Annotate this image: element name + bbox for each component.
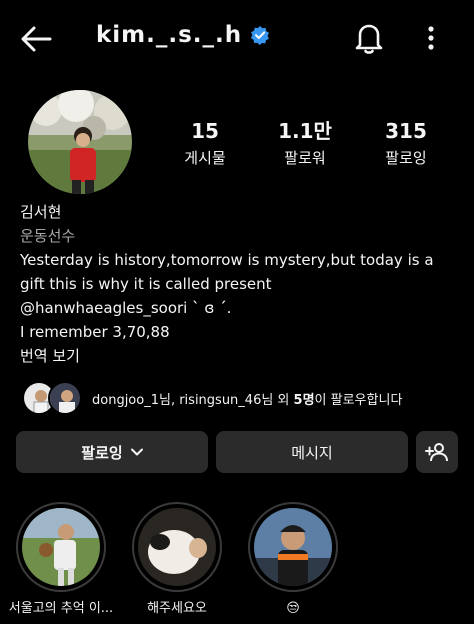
highlight-cover [138, 508, 216, 586]
highlight-label: 서울고의 추억 이... [8, 601, 114, 616]
followed-by-names: dongjoo_1님, risingsun_46님 외 [92, 392, 294, 408]
profile-bio: 김서현 운동선수 Yesterday is history,tomorrow i… [20, 200, 460, 368]
message-button-label: 메시지 [291, 443, 333, 462]
profile-name: 김서현 [20, 203, 62, 221]
followed-by-count: 5명 [293, 392, 315, 408]
followed-by-suffix: 이 팔로우합니다 [314, 392, 403, 408]
more-vertical-icon[interactable] [418, 22, 444, 54]
highlight-label: 😒 [286, 601, 300, 616]
profile-avatar[interactable] [28, 90, 132, 194]
posts-stat[interactable]: 15 게시물 [160, 118, 250, 168]
following-button[interactable]: 팔로잉 [16, 431, 208, 473]
follower-avatar [48, 381, 82, 415]
following-stat[interactable]: 315 팔로잉 [361, 118, 451, 168]
followed-by[interactable]: dongjoo_1님, risingsun_46님 외 5명이 팔로우합니다 [22, 380, 462, 416]
back-arrow-icon[interactable] [18, 22, 54, 56]
bio-line: gift this is why it is called present [20, 275, 272, 293]
highlight-cover [254, 508, 332, 586]
following-label: 팔로잉 [385, 149, 427, 167]
username-text: kim._.s._.h [96, 22, 243, 48]
followers-label: 팔로워 [284, 149, 326, 167]
followers-stat[interactable]: 1.1만 팔로워 [260, 118, 350, 168]
bio-mention-link[interactable]: @hanwhaeagles_soori ˋ̀ ɞ ˊ́. [20, 296, 460, 320]
highlight-ring [132, 502, 222, 592]
followed-by-text: dongjoo_1님, risingsun_46님 외 5명이 팔로우합니다 [92, 389, 402, 408]
highlight-cover [22, 508, 100, 586]
profile-username-header: kim._.s._.h [96, 22, 270, 48]
see-translation-link[interactable]: 번역 보기 [20, 344, 460, 368]
followers-count: 1.1만 [278, 119, 332, 143]
highlight-item[interactable]: 해주세요오 [132, 502, 222, 618]
message-button[interactable]: 메시지 [216, 431, 408, 473]
following-button-label: 팔로잉 [81, 443, 123, 462]
highlight-ring [16, 502, 106, 592]
avatar-photo [28, 90, 132, 194]
bio-line: Yesterday is history,tomorrow is mystery… [20, 251, 434, 269]
posts-label: 게시물 [184, 149, 226, 167]
add-person-icon [425, 443, 448, 462]
highlight-item[interactable]: 😒 [248, 502, 338, 618]
bio-line: I remember 3,70,88 [20, 323, 170, 341]
profile-category: 운동선수 [20, 227, 76, 245]
highlight-item[interactable]: 서울고의 추억 이... [9, 502, 113, 618]
followed-by-avatars [22, 381, 84, 415]
verified-badge-icon [251, 26, 270, 45]
add-person-button[interactable] [416, 431, 458, 473]
top-bar: kim._.s._.h [0, 0, 474, 76]
bell-icon[interactable] [352, 20, 386, 56]
chevron-down-icon [130, 448, 143, 456]
following-count: 315 [385, 119, 427, 143]
highlight-ring [248, 502, 338, 592]
highlight-label: 해주세요오 [147, 601, 207, 616]
posts-count: 15 [191, 119, 219, 143]
